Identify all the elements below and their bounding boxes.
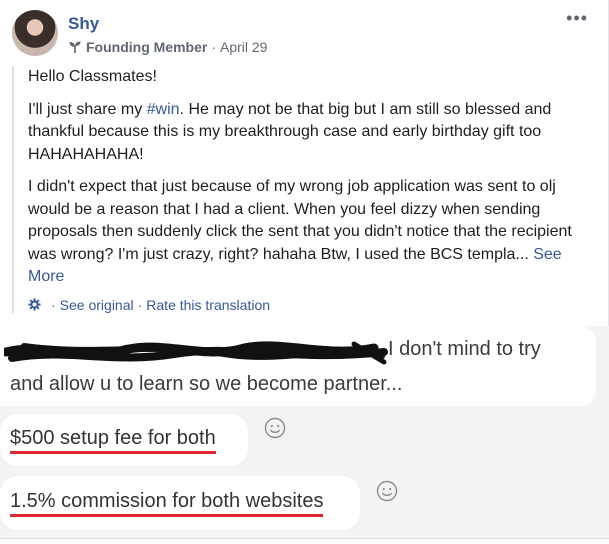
chat-message-commission: 1.5% commission for both websites [0, 476, 360, 530]
meta-separator: · [211, 39, 216, 55]
translation-separator: · [51, 296, 56, 313]
redaction-scribble [4, 341, 388, 365]
post-paragraph-3: I didn't expect that just because of my … [28, 176, 602, 289]
paragraph-2-start: I'll just share my [28, 100, 147, 118]
translation-bar: · See original · Rate this translation [28, 297, 602, 313]
more-dots-icon[interactable]: ••• [566, 8, 588, 29]
post-body: Hello Classmates! I'll just share my #wi… [12, 66, 602, 313]
member-badge[interactable]: Founding Member [86, 39, 207, 55]
paragraph-3-text: I didn't expect that just because of my … [28, 178, 572, 263]
chat-screenshot: I don't mind to try and allow u to learn… [0, 326, 609, 544]
chat-text-line-2: and allow u to learn so we become partne… [10, 373, 403, 395]
facebook-post: Shy Founding Member · April 29 ••• Hello… [0, 0, 609, 326]
hashtag-link[interactable]: #win [147, 101, 180, 118]
chat-text-line-1: I don't mind to try [388, 338, 541, 360]
chat-bottom-divider [0, 538, 609, 544]
see-original-link[interactable]: See original [60, 297, 134, 313]
post-meta: Founding Member · April 29 [68, 39, 267, 55]
smiley-reaction-icon[interactable] [264, 417, 286, 439]
commission-text: 1.5% commission for both websites [10, 489, 324, 517]
rate-translation-link[interactable]: Rate this translation [146, 297, 270, 313]
sprout-icon [69, 41, 81, 53]
author-avatar[interactable] [12, 10, 58, 56]
chat-bubble-top: I don't mind to try and allow u to learn… [0, 326, 596, 406]
author-name[interactable]: Shy [68, 14, 99, 34]
smiley-reaction-icon[interactable] [376, 480, 398, 502]
post-paragraph-2: I'll just share my #win. He may not be t… [28, 99, 602, 167]
gear-icon[interactable] [28, 298, 41, 311]
setup-fee-text: $500 setup fee for both [10, 426, 216, 454]
translation-separator: · [137, 296, 143, 313]
post-greeting: Hello Classmates! [28, 68, 157, 85]
post-date[interactable]: April 29 [220, 39, 267, 55]
chat-message-setup-fee: $500 setup fee for both [0, 414, 248, 466]
